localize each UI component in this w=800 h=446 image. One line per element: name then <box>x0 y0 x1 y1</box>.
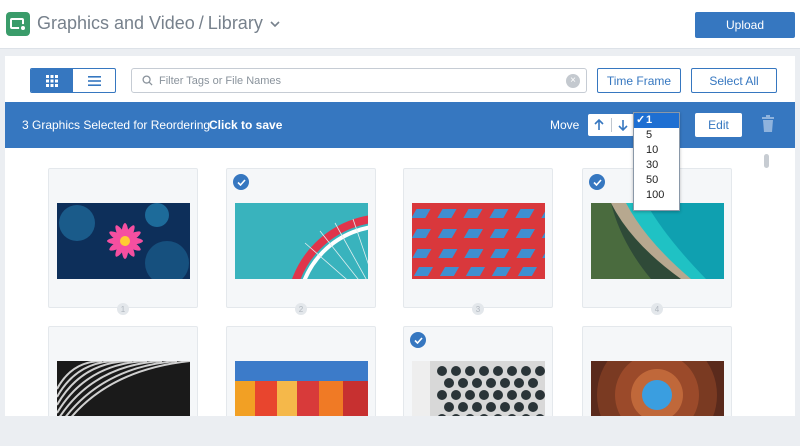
graphic-card[interactable]: 2 <box>226 168 376 315</box>
breadcrumb-page[interactable]: Library <box>208 13 263 34</box>
selected-check-icon[interactable] <box>589 174 605 190</box>
grid-view-button[interactable] <box>31 69 73 92</box>
selection-message: 3 Graphics Selected for Reordering <box>22 118 211 132</box>
order-number: 2 <box>295 303 307 315</box>
dropdown-option[interactable]: 100 <box>634 188 679 203</box>
chevron-down-icon[interactable] <box>269 18 281 30</box>
dropdown-option[interactable]: 30 <box>634 158 679 173</box>
list-view-button[interactable] <box>73 69 115 92</box>
thumbnail-red-grid-windows <box>412 203 545 279</box>
scrollbar[interactable] <box>763 152 771 414</box>
graphic-card[interactable]: 8 <box>582 326 732 416</box>
search-icon <box>142 75 153 86</box>
list-icon <box>87 75 101 86</box>
thumbnail-bicycle-wheel <box>235 203 368 279</box>
breadcrumb-section[interactable]: Graphics and Video <box>37 13 195 34</box>
arrow-up-icon <box>594 119 604 130</box>
time-frame-button[interactable]: Time Frame <box>597 68 681 93</box>
grid-icon <box>46 74 58 87</box>
graphic-card[interactable]: 7 <box>403 326 553 416</box>
search-input[interactable] <box>159 74 566 87</box>
arrow-down-icon <box>618 120 628 131</box>
view-toggle <box>30 68 116 93</box>
checkmark-icon: ✓ <box>636 114 646 126</box>
move-amount-dropdown[interactable]: ✓ 1 5 10 30 50 100 <box>633 112 680 211</box>
search-box: × <box>131 68 587 93</box>
breadcrumb[interactable]: Graphics and Video / Library <box>37 13 281 34</box>
order-number: 1 <box>117 303 129 315</box>
thumbnail-turquoise-coast <box>591 203 724 279</box>
order-number: 4 <box>651 303 663 315</box>
move-label: Move <box>550 118 580 132</box>
selected-check-icon[interactable] <box>410 332 426 348</box>
trash-icon[interactable] <box>761 115 775 133</box>
dropdown-option[interactable]: 5 <box>634 128 679 143</box>
thumbnail-colorful-building <box>235 361 368 416</box>
dropdown-option[interactable]: 10 <box>634 143 679 158</box>
move-arrows <box>588 114 634 136</box>
graphic-card[interactable]: 6 <box>226 326 376 416</box>
select-all-button[interactable]: Select All <box>691 68 777 93</box>
clear-search-icon[interactable]: × <box>566 73 580 88</box>
dropdown-option[interactable]: 50 <box>634 173 679 188</box>
move-down-button[interactable] <box>612 114 635 136</box>
toolbar: × Time Frame Select All <box>5 56 795 102</box>
graphic-card[interactable]: 1 <box>48 168 198 315</box>
graphic-card[interactable]: 3 <box>403 168 553 315</box>
thumbnail-curved-facade <box>57 361 190 416</box>
move-up-button[interactable] <box>588 114 611 136</box>
upload-button[interactable]: Upload <box>695 12 795 38</box>
graphics-app-icon <box>6 12 30 36</box>
scrollbar-thumb[interactable] <box>764 154 769 168</box>
order-number: 3 <box>472 303 484 315</box>
thumbnail-pink-lotus <box>57 203 190 279</box>
breadcrumb-separator: / <box>198 13 204 33</box>
page-footer-background <box>0 416 800 446</box>
thumbnail-circular-skylight <box>591 361 724 416</box>
edit-button[interactable]: Edit <box>695 113 742 137</box>
header: Graphics and Video / Library Upload <box>0 0 800 49</box>
dropdown-option[interactable]: ✓ 1 <box>634 113 679 128</box>
click-to-save-link[interactable]: Click to save <box>209 118 282 132</box>
selected-check-icon[interactable] <box>233 174 249 190</box>
thumbnail-hexagon-facade <box>412 361 545 416</box>
graphic-card[interactable]: 5 <box>48 326 198 416</box>
